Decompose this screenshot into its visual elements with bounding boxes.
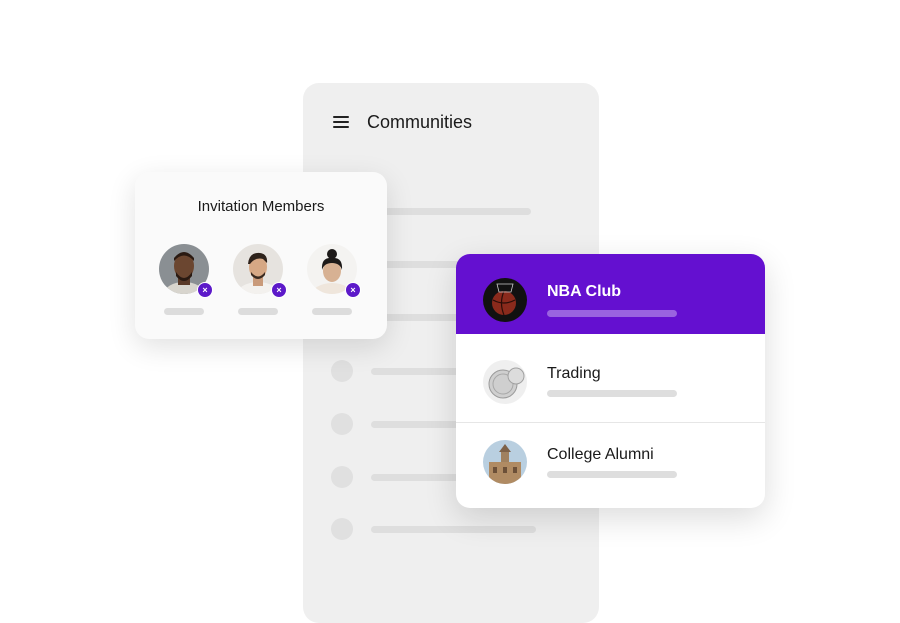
remove-icon[interactable]: ×: [345, 282, 361, 298]
communities-list-card: NBA Club Trading College Alumni: [456, 254, 765, 508]
community-subtitle-placeholder: [547, 390, 677, 397]
member-name-placeholder: [312, 308, 352, 315]
community-item-college-alumni[interactable]: College Alumni: [456, 423, 765, 503]
invitation-members-card: Invitation Members × × ×: [135, 172, 387, 339]
member-name-placeholder: [164, 308, 204, 315]
remove-icon[interactable]: ×: [271, 282, 287, 298]
member-item[interactable]: ×: [307, 244, 361, 316]
placeholder-line: [371, 208, 531, 215]
community-item-nba-club[interactable]: NBA Club: [456, 254, 765, 334]
community-subtitle-placeholder: [547, 471, 677, 478]
member-item[interactable]: ×: [159, 244, 213, 316]
building-icon: [483, 440, 527, 484]
placeholder-dot: [331, 466, 353, 488]
community-item-trading[interactable]: Trading: [456, 342, 765, 422]
basketball-icon: [483, 278, 527, 322]
placeholder-dot: [331, 413, 353, 435]
community-name: College Alumni: [547, 446, 654, 463]
remove-icon[interactable]: ×: [197, 282, 213, 298]
community-name: Trading: [547, 365, 601, 382]
coins-icon: [483, 360, 527, 404]
member-name-placeholder: [238, 308, 278, 315]
member-item[interactable]: ×: [233, 244, 287, 316]
placeholder-dot: [331, 360, 353, 382]
hamburger-icon[interactable]: [333, 116, 349, 128]
placeholder-dot: [331, 518, 353, 540]
placeholder-line: [371, 526, 536, 533]
invitation-title: Invitation Members: [197, 198, 325, 215]
community-name: NBA Club: [547, 283, 622, 300]
community-subtitle-placeholder: [547, 310, 677, 317]
screen-title: Communities: [367, 112, 473, 132]
